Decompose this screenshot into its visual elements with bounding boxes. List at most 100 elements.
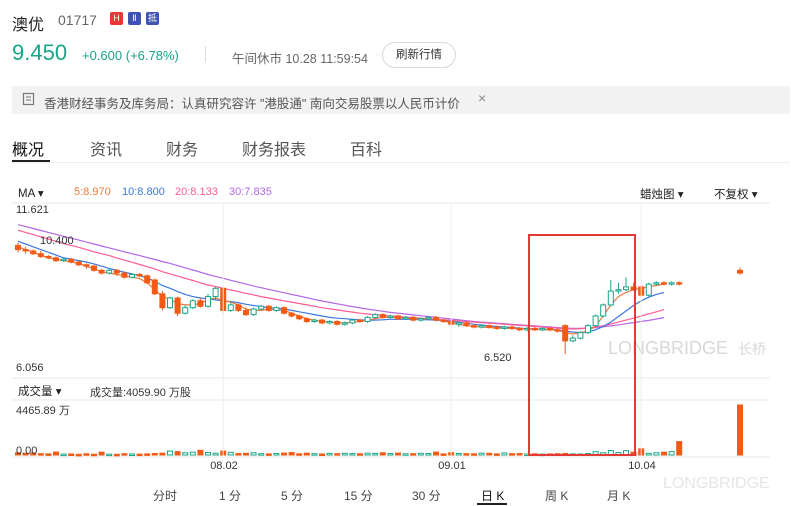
volume-bar — [433, 451, 439, 456]
volume-bar — [60, 453, 67, 457]
candle-up — [372, 314, 379, 318]
volume-bar — [303, 452, 310, 456]
candle-down — [22, 249, 29, 252]
volume-bar — [311, 453, 318, 456]
period-week[interactable]: 周 K — [545, 487, 568, 504]
volume-bar — [668, 451, 675, 456]
candle-up — [577, 332, 584, 339]
volume-bar — [113, 453, 120, 457]
ma5-line — [17, 246, 665, 335]
volume-bar — [349, 453, 356, 456]
volume-bar — [372, 452, 379, 456]
volume-bar — [243, 452, 249, 456]
candle-down — [121, 272, 128, 278]
candle-up — [600, 304, 607, 317]
candle-down — [197, 300, 204, 307]
candle-down — [554, 329, 561, 332]
candle-down — [136, 273, 143, 277]
candle-up — [227, 304, 234, 311]
volume-dropdown[interactable]: 成交量 ▾ — [18, 383, 61, 399]
watermark-bottom: LONGBRIDGE — [663, 475, 770, 492]
volume-bar — [83, 453, 90, 456]
candle-down — [68, 258, 75, 263]
candle-up — [60, 258, 67, 262]
volume-bar — [661, 451, 667, 456]
candle-down — [15, 244, 21, 251]
volume-bar — [144, 453, 151, 456]
candle-up — [539, 327, 546, 331]
volume-bar — [197, 449, 204, 456]
period-active-indicator — [477, 503, 507, 505]
candle-down — [151, 279, 158, 295]
candle-up — [455, 322, 462, 325]
candle-down — [30, 250, 37, 255]
volume-bar — [334, 453, 341, 456]
period-timeshare[interactable]: 分时 — [153, 487, 177, 504]
volume-bar — [136, 453, 143, 457]
volume-bar — [379, 452, 386, 456]
volume-bar — [273, 452, 280, 456]
candle-down — [91, 265, 97, 271]
candle-up — [311, 319, 318, 323]
volume-zero-label: 0.00 — [16, 445, 38, 457]
volume-bar — [167, 450, 173, 456]
volume-bar — [129, 453, 135, 456]
candle-up — [615, 289, 622, 292]
volume-bar — [326, 452, 333, 456]
volume-bar — [91, 453, 97, 457]
candle-up — [668, 282, 675, 285]
candle-down — [159, 293, 166, 309]
period-month[interactable]: 月 K — [607, 487, 630, 504]
volume-bar — [296, 453, 303, 456]
ma30-line — [17, 224, 665, 329]
candle-up — [106, 269, 113, 274]
volume-bar — [425, 453, 432, 456]
candle-up — [417, 318, 424, 321]
period-30min[interactable]: 30 分 — [412, 487, 441, 504]
candle-down — [676, 282, 683, 285]
period-1min[interactable]: 1 分 — [219, 487, 241, 504]
volume-bar — [159, 452, 166, 456]
period-15min[interactable]: 15 分 — [344, 487, 373, 504]
volume-bar — [250, 452, 257, 456]
volume-bar — [410, 453, 417, 456]
candle-up — [182, 307, 189, 314]
volume-bar — [676, 441, 683, 456]
watermark-cn: 长桥 — [738, 342, 766, 358]
volume-bar — [45, 453, 52, 456]
kline-chart[interactable]: LONGBRIDGE 长桥 LONGBRIDGE 08.02 09.01 10.04 — [0, 0, 791, 506]
volume-bar — [288, 452, 295, 456]
ma10-line — [17, 240, 665, 334]
candle-up — [273, 307, 280, 311]
x-tick-label: 10.04 — [628, 460, 656, 472]
volume-bar — [493, 453, 500, 456]
candle-up — [258, 305, 265, 310]
candle-down — [379, 314, 386, 318]
period-5min[interactable]: 5 分 — [281, 487, 303, 504]
volume-bar — [227, 451, 234, 456]
volume-bar — [37, 453, 44, 456]
candle-up — [212, 287, 219, 298]
candle-down — [562, 325, 569, 342]
low-annotation: 6.520 — [484, 352, 512, 364]
candle-down — [471, 325, 477, 328]
candle-down — [661, 282, 667, 285]
volume-bar — [319, 453, 325, 456]
volume-bar — [463, 453, 470, 456]
volume-bar — [402, 453, 409, 456]
candle-up — [478, 325, 485, 328]
volume-bar — [417, 452, 424, 456]
candle-up — [349, 319, 356, 324]
candle-up — [387, 315, 394, 318]
candle-down — [433, 316, 439, 321]
volume-bar — [212, 452, 219, 456]
candle-up — [585, 325, 591, 334]
period-day[interactable]: 日 K — [481, 487, 504, 504]
volume-bar — [189, 451, 196, 456]
candle-up — [189, 300, 196, 309]
candle-down — [303, 318, 310, 323]
candle-up — [402, 316, 409, 320]
candle-up — [501, 326, 508, 329]
volume-bar — [478, 452, 485, 456]
candle-down — [319, 319, 325, 324]
